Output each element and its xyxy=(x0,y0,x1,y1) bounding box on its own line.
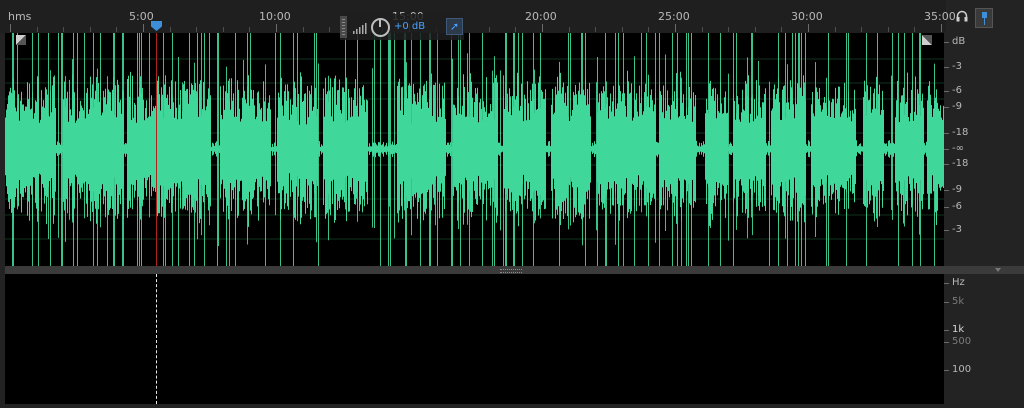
spectral-display[interactable] xyxy=(5,274,944,404)
ruler-tick xyxy=(276,24,277,32)
ruler-tick xyxy=(90,27,91,32)
hz-label: 100 xyxy=(952,364,972,375)
hz-label: 5k xyxy=(952,296,965,307)
level-meter-icon xyxy=(353,23,367,34)
ruler-tick xyxy=(116,27,117,32)
waveform-display[interactable] xyxy=(5,33,944,266)
headphones-icon[interactable] xyxy=(956,10,968,22)
hud-drag-grip[interactable] xyxy=(340,16,347,38)
ruler-tick xyxy=(835,27,836,32)
ruler-tick xyxy=(542,24,543,32)
playhead-marker[interactable] xyxy=(151,21,162,31)
hz-label: Hz xyxy=(952,277,965,288)
ruler-tick xyxy=(861,27,862,32)
hud-gain-control[interactable]: +0 dB ➚ xyxy=(340,14,464,40)
ruler-tick xyxy=(63,27,64,32)
hz-label: 500 xyxy=(952,336,972,347)
db-label: -9 xyxy=(952,184,962,195)
db-label: -∞ xyxy=(952,143,964,154)
bottom-border xyxy=(0,404,1024,408)
ruler-tick xyxy=(515,27,516,32)
ruler-tick xyxy=(622,27,623,32)
db-label: -18 xyxy=(952,127,969,138)
ruler-tick xyxy=(888,27,889,32)
waveform-svg xyxy=(5,33,944,266)
splitter-grip[interactable] xyxy=(500,269,522,273)
spectral-cursor xyxy=(156,274,157,404)
ruler-tick xyxy=(10,24,11,32)
db-label: -6 xyxy=(952,85,962,96)
ruler-tick xyxy=(223,27,224,32)
ruler-tick xyxy=(170,27,171,32)
ruler-tick xyxy=(702,27,703,32)
time-label: 30:00 xyxy=(791,10,823,23)
time-label: 10:00 xyxy=(259,10,291,23)
ruler-tick xyxy=(675,24,676,32)
ruler-tick xyxy=(914,27,915,32)
ruler-tick xyxy=(595,27,596,32)
ruler-tick xyxy=(781,27,782,32)
ruler-tick xyxy=(249,27,250,32)
ruler-tick xyxy=(728,27,729,32)
ruler-tick xyxy=(941,24,942,32)
ruler-tick xyxy=(37,27,38,32)
ruler-tick xyxy=(329,27,330,32)
time-label: 5:00 xyxy=(129,10,154,23)
db-label: dB xyxy=(952,36,966,47)
time-label: 20:00 xyxy=(525,10,557,23)
fade-in-handle[interactable] xyxy=(16,35,26,45)
ruler-tick xyxy=(196,27,197,32)
ruler-tick xyxy=(569,27,570,32)
time-label: 35:00 xyxy=(924,10,956,23)
time-unit-label: hms xyxy=(8,10,32,23)
waveform-body xyxy=(5,70,944,228)
ruler-tick xyxy=(489,27,490,32)
pin-icon[interactable]: ➚ xyxy=(446,18,463,35)
time-ruler[interactable]: hms 5:00 10:00 15:00 20:00 25:00 30:00 3… xyxy=(0,0,956,33)
hz-label: 1k xyxy=(952,324,965,335)
db-label: -3 xyxy=(952,224,962,235)
current-time-cursor[interactable] xyxy=(156,33,157,266)
volume-knob-icon[interactable] xyxy=(371,18,390,37)
fade-out-handle[interactable] xyxy=(922,35,932,45)
db-label: -18 xyxy=(952,158,969,169)
ruler-tick xyxy=(808,24,809,32)
chevron-down-icon[interactable] xyxy=(995,268,1001,272)
time-label: 25:00 xyxy=(658,10,690,23)
db-label: -9 xyxy=(952,101,962,112)
ruler-tick xyxy=(755,27,756,32)
ruler-tick xyxy=(303,27,304,32)
snap-to-playhead-button[interactable] xyxy=(975,8,993,28)
db-label: -3 xyxy=(952,61,962,72)
gain-value[interactable]: +0 dB xyxy=(394,21,425,32)
ruler-tick xyxy=(648,27,649,32)
panel-splitter[interactable] xyxy=(5,266,1024,274)
frequency-ruler[interactable]: Hz 5k 1k 500 100 xyxy=(944,274,1024,408)
ruler-tick xyxy=(143,24,144,32)
db-label: -6 xyxy=(952,201,962,212)
amplitude-ruler[interactable]: dB -3 -6 -9 -18 -∞ -18 -9 -6 -3 xyxy=(944,33,1024,266)
